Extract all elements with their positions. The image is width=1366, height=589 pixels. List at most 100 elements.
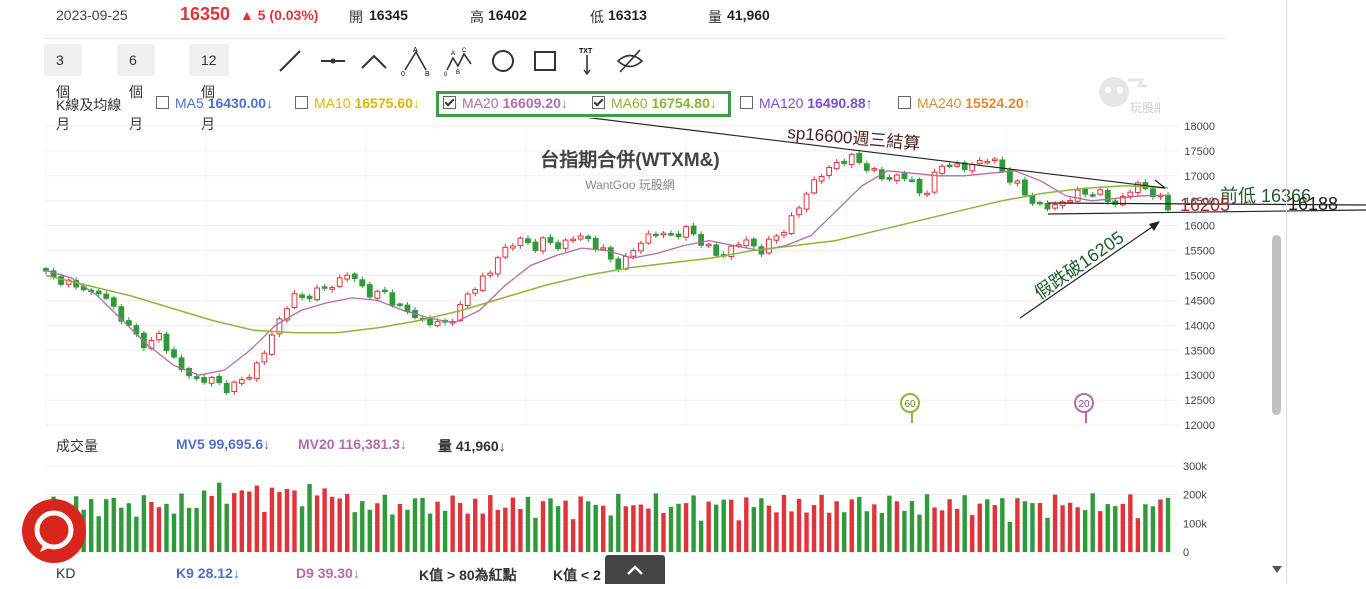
circle-tool-icon[interactable]: [488, 46, 518, 76]
scroll-down-icon[interactable]: [1271, 565, 1283, 575]
volume-chart[interactable]: 300k 200k 100k 0: [0, 458, 1366, 558]
volume-bar: [759, 498, 764, 552]
volume-bar: [345, 493, 350, 552]
volume-tick-label: 300k: [1183, 461, 1207, 473]
ma5-name: MA5: [175, 95, 204, 111]
candle-body: [479, 275, 486, 291]
ma240-name: MA240: [917, 95, 962, 111]
level-16205-label: 16205: [1180, 195, 1230, 215]
volume-bar: [533, 517, 538, 552]
volume-bar: [216, 482, 222, 552]
candle-body: [924, 192, 930, 196]
volume-bar: [232, 493, 237, 552]
candle-body: [472, 289, 479, 294]
candle-body: [750, 238, 757, 247]
open-label: 開: [349, 9, 363, 25]
rectangle-tool-icon[interactable]: [530, 46, 560, 76]
candle-body: [216, 375, 223, 383]
ma60-marker[interactable]: 60: [900, 393, 920, 423]
quote-change: ▲ 5 (0.03%): [240, 7, 319, 23]
abc-pattern-icon[interactable]: A 0 B: [401, 46, 431, 76]
candle-body: [509, 245, 516, 249]
volume-bar: [1082, 510, 1088, 552]
open-value: 16345: [369, 7, 408, 23]
volume-bar: [239, 490, 244, 552]
range-3m-button[interactable]: 3 個月: [44, 44, 82, 132]
candle-body: [592, 238, 599, 250]
volume-bar: [774, 512, 779, 552]
candle-body: [434, 321, 441, 327]
volume-bar: [405, 509, 410, 552]
candle-body: [238, 379, 245, 384]
volume-bar: [563, 500, 568, 552]
range-12m-button[interactable]: 12 個月: [189, 44, 229, 132]
ma20-marker-label: 20: [1078, 399, 1090, 410]
candle-body: [547, 236, 554, 243]
ma5-checkbox[interactable]: [156, 96, 169, 109]
horizontal-line-icon[interactable]: [318, 46, 348, 76]
candle-body: [1089, 194, 1096, 197]
candle-body: [487, 272, 494, 276]
ma120-checkbox[interactable]: [740, 96, 753, 109]
candle-body: [517, 237, 524, 246]
candle-body: [1029, 195, 1036, 204]
line-tool-icon[interactable]: [275, 46, 305, 76]
ma240-toggle[interactable]: MA240 15524.20↑: [898, 95, 1031, 111]
candle-body: [781, 231, 787, 236]
candle-body: [351, 273, 358, 280]
volume-bar: [796, 498, 802, 552]
volume-bar: [352, 512, 357, 552]
volume-bar: [819, 494, 824, 552]
volume-bar: [849, 499, 854, 552]
candle-body: [660, 232, 667, 236]
candle-body: [811, 179, 817, 194]
volume-bar: [149, 501, 154, 552]
volume-bar: [909, 501, 915, 552]
candle-body: [577, 235, 584, 240]
ma5-toggle[interactable]: MA5 16430.00↓: [156, 95, 273, 111]
abc-a-label: A: [413, 47, 418, 54]
candle-body: [976, 159, 983, 164]
volume-tick-label: 0: [1183, 547, 1189, 558]
volume-bar: [736, 520, 741, 552]
volume-bar: [932, 507, 937, 552]
volume-tick-label: 100k: [1183, 518, 1207, 530]
volume-bar: [465, 513, 470, 552]
vertical-scrollbar-thumb[interactable]: [1272, 235, 1281, 415]
scroll-to-top-button[interactable]: [605, 555, 665, 584]
angle-line-icon[interactable]: [359, 46, 389, 76]
volume-y-axis: 300k 200k 100k 0: [1183, 461, 1207, 558]
candle-body: [1022, 179, 1028, 196]
volume-bar: [1135, 518, 1141, 552]
ma20-marker[interactable]: 20: [1074, 393, 1094, 423]
volume-bar: [1158, 499, 1163, 552]
candle-body: [389, 292, 396, 306]
candle-body: [765, 238, 772, 254]
volume-bar: [1067, 502, 1073, 552]
price-chart[interactable]: 1800017500170001650016000155001500014500…: [0, 118, 1366, 436]
wave-0-label: 0: [444, 72, 448, 76]
text-tool-icon[interactable]: TXT: [572, 46, 602, 76]
candle-body: [171, 349, 177, 358]
ma120-toggle[interactable]: MA120 16490.88↑: [740, 95, 873, 111]
ma5-value: 16430.00↓: [207, 95, 274, 111]
volume-bar: [254, 485, 260, 552]
ma240-checkbox[interactable]: [898, 96, 911, 109]
hide-drawings-icon[interactable]: [615, 46, 645, 76]
ma10-toggle[interactable]: MA10 16575.60↓: [295, 95, 420, 111]
volume-bar: [962, 495, 967, 552]
ma10-checkbox[interactable]: [295, 96, 308, 109]
volume-bar: [119, 507, 124, 552]
volume-tick-label: 200k: [1183, 490, 1207, 502]
candle-body: [675, 233, 682, 238]
candle-body: [863, 163, 870, 171]
panel-divider: [1286, 0, 1287, 584]
volume-bar: [473, 498, 478, 552]
abcde-wave-icon[interactable]: A C 0 B: [444, 46, 474, 76]
candle-body: [103, 293, 110, 299]
chat-button[interactable]: [22, 499, 86, 563]
range-6m-button[interactable]: 6 個月: [117, 44, 155, 132]
candle-body: [1082, 188, 1089, 195]
candle-body: [705, 243, 712, 247]
kd-note-1: K值 > 80為紅點: [419, 567, 517, 583]
